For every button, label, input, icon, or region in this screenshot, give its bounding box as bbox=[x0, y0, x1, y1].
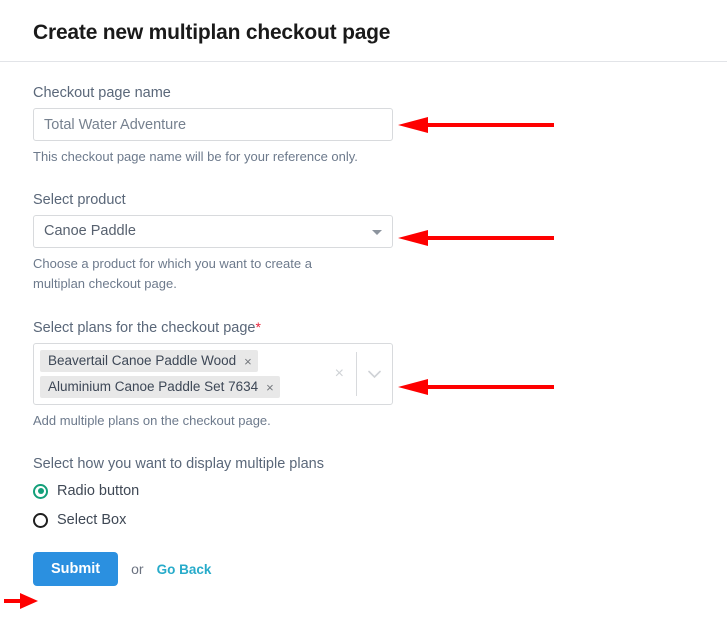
submit-button[interactable]: Submit bbox=[33, 552, 118, 586]
checkout-name-helper: This checkout page name will be for your… bbox=[33, 147, 363, 167]
radio-option-label: Select Box bbox=[57, 512, 126, 528]
product-select-value: Canoe Paddle bbox=[33, 215, 393, 248]
required-asterisk: * bbox=[255, 319, 260, 335]
remove-chip-icon[interactable]: × bbox=[266, 381, 274, 394]
remove-chip-icon[interactable]: × bbox=[244, 355, 252, 368]
field-select-plans: Select plans for the checkout page* Beav… bbox=[33, 318, 673, 431]
clear-all-icon[interactable]: × bbox=[323, 366, 356, 382]
plans-helper: Add multiple plans on the checkout page. bbox=[33, 411, 363, 431]
chevron-down-icon[interactable] bbox=[357, 370, 392, 379]
plans-multiselect[interactable]: Beavertail Canoe Paddle Wood × Aluminium… bbox=[33, 343, 393, 405]
or-separator: or bbox=[131, 561, 143, 577]
page-title: Create new multiplan checkout page bbox=[33, 21, 390, 45]
plans-multiselect-controls: × bbox=[323, 344, 392, 404]
chevron-down-glyph bbox=[368, 370, 381, 379]
title-divider bbox=[0, 61, 727, 62]
field-checkout-page-name: Checkout page name This checkout page na… bbox=[33, 84, 673, 167]
field-display-mode: Select how you want to display multiple … bbox=[33, 455, 673, 528]
checkout-name-input[interactable] bbox=[33, 108, 393, 141]
plan-chip[interactable]: Aluminium Canoe Paddle Set 7634 × bbox=[40, 376, 280, 398]
radio-option-select-box[interactable]: Select Box bbox=[33, 512, 673, 528]
annotation-arrow-submit bbox=[4, 592, 40, 610]
form-actions: Submit or Go Back bbox=[33, 552, 673, 586]
plans-chip-list: Beavertail Canoe Paddle Wood × Aluminium… bbox=[34, 344, 323, 404]
display-mode-label: Select how you want to display multiple … bbox=[33, 455, 673, 473]
chevron-down-icon bbox=[372, 230, 382, 235]
plans-label-text: Select plans for the checkout page bbox=[33, 320, 255, 336]
product-label: Select product bbox=[33, 191, 673, 209]
plan-chip[interactable]: Beavertail Canoe Paddle Wood × bbox=[40, 350, 258, 372]
radio-unselected-icon[interactable] bbox=[33, 513, 48, 528]
product-select[interactable]: Canoe Paddle bbox=[33, 215, 393, 248]
display-mode-radio-group: Radio button Select Box bbox=[33, 483, 673, 528]
go-back-link[interactable]: Go Back bbox=[157, 562, 212, 577]
plan-chip-label: Beavertail Canoe Paddle Wood bbox=[48, 353, 236, 369]
create-checkout-form: Checkout page name This checkout page na… bbox=[33, 84, 673, 586]
product-helper: Choose a product for which you want to c… bbox=[33, 254, 363, 294]
plans-label: Select plans for the checkout page* bbox=[33, 318, 673, 337]
radio-selected-icon[interactable] bbox=[33, 484, 48, 499]
checkout-name-label: Checkout page name bbox=[33, 84, 673, 102]
radio-option-label: Radio button bbox=[57, 483, 139, 499]
radio-option-radio-button[interactable]: Radio button bbox=[33, 483, 673, 499]
plan-chip-label: Aluminium Canoe Paddle Set 7634 bbox=[48, 379, 258, 395]
field-select-product: Select product Canoe Paddle Choose a pro… bbox=[33, 191, 673, 294]
